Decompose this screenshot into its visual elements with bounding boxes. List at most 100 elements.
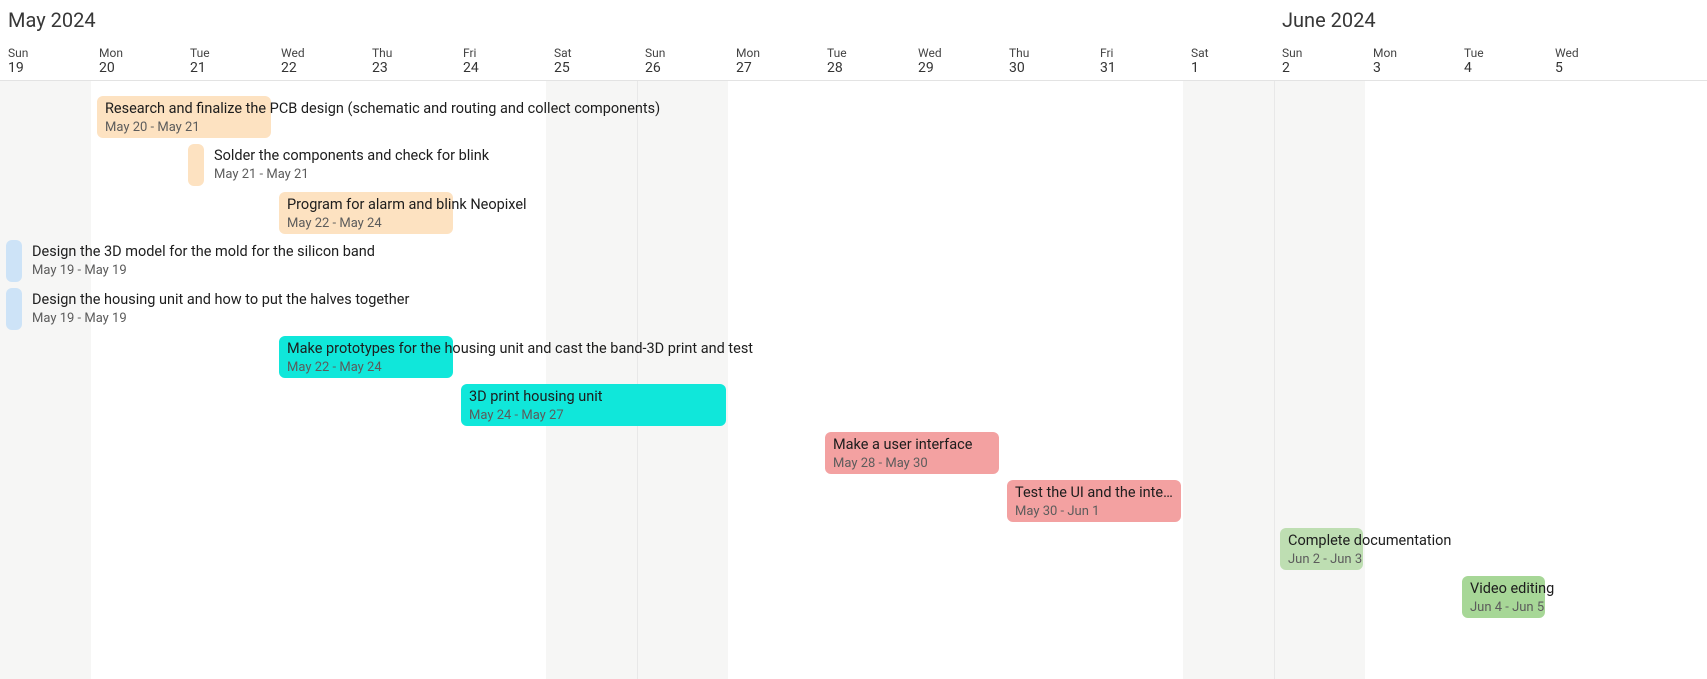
- day-header[interactable]: Fri31: [1100, 46, 1191, 76]
- day-header[interactable]: Thu30: [1009, 46, 1100, 76]
- task-date-range: May 30 - Jun 1: [1015, 504, 1173, 520]
- day-number: 5: [1555, 60, 1646, 76]
- task-bar[interactable]: Design the housing unit and how to put t…: [6, 288, 22, 330]
- day-column: [0, 81, 91, 679]
- day-number: 24: [463, 60, 554, 76]
- day-number: 3: [1373, 60, 1464, 76]
- day-header[interactable]: Sun19: [8, 46, 99, 76]
- task-date-range: May 21 - May 21: [214, 167, 309, 183]
- task-bar[interactable]: Solder the components and check for blin…: [188, 144, 204, 186]
- day-header[interactable]: Sun2: [1282, 46, 1373, 76]
- day-number: 29: [918, 60, 1009, 76]
- day-header[interactable]: Sat1: [1191, 46, 1282, 76]
- task-bar[interactable]: Test the UI and the interaction with th……: [1007, 480, 1181, 522]
- week-separator: [637, 81, 638, 679]
- task-bar[interactable]: Make a user interface May 28 - May 30: [825, 432, 999, 474]
- day-column: [1274, 81, 1365, 679]
- grid-region[interactable]: Research and finalize the PCB design (sc…: [0, 81, 1707, 679]
- day-column: [364, 81, 455, 679]
- day-column: [728, 81, 819, 679]
- day-of-week: Thu: [372, 46, 463, 60]
- day-of-week: Wed: [1555, 46, 1646, 60]
- task-title: Complete documentation: [1288, 532, 1355, 550]
- task-date-range: May 20 - May 21: [105, 120, 263, 136]
- day-number: 28: [827, 60, 918, 76]
- day-number: 23: [372, 60, 463, 76]
- day-number: 25: [554, 60, 645, 76]
- day-column: [637, 81, 728, 679]
- task-title: Research and finalize the PCB design (sc…: [105, 100, 263, 118]
- task-title: Design the 3D model for the mold for the…: [32, 243, 375, 261]
- day-number: 1: [1191, 60, 1282, 76]
- day-column: [1092, 81, 1183, 679]
- day-column: [546, 81, 637, 679]
- task-title: Program for alarm and blink Neopixel: [287, 196, 445, 214]
- task-date-range: May 24 - May 27: [469, 408, 718, 424]
- day-of-week: Mon: [99, 46, 190, 60]
- day-header[interactable]: Tue28: [827, 46, 918, 76]
- task-date-range: May 28 - May 30: [833, 456, 991, 472]
- day-header[interactable]: Sun26: [645, 46, 736, 76]
- task-title: Make a user interface: [833, 436, 991, 454]
- task-bar[interactable]: 3D print housing unit May 24 - May 27: [461, 384, 726, 426]
- day-header[interactable]: Wed29: [918, 46, 1009, 76]
- day-of-week: Fri: [463, 46, 554, 60]
- day-column: [91, 81, 182, 679]
- day-number: 27: [736, 60, 827, 76]
- day-column: [1365, 81, 1456, 679]
- task-bar[interactable]: Make prototypes for the housing unit and…: [279, 336, 453, 378]
- task-date-range: May 19 - May 19: [32, 311, 127, 327]
- task-bar[interactable]: Complete documentation Jun 2 - Jun 3: [1280, 528, 1363, 570]
- day-of-week: Sun: [1282, 46, 1373, 60]
- gantt-timeline[interactable]: Research and finalize the PCB design (sc…: [0, 0, 1707, 679]
- day-header[interactable]: Wed5: [1555, 46, 1646, 76]
- task-date-range: May 22 - May 24: [287, 216, 445, 232]
- month-label: May 2024: [8, 8, 96, 32]
- day-column: [819, 81, 910, 679]
- task-title: 3D print housing unit: [469, 388, 718, 406]
- day-header[interactable]: Tue4: [1464, 46, 1555, 76]
- day-column: [455, 81, 546, 679]
- day-of-week: Mon: [1373, 46, 1464, 60]
- day-header[interactable]: Tue21: [190, 46, 281, 76]
- day-number: 30: [1009, 60, 1100, 76]
- day-header[interactable]: Mon3: [1373, 46, 1464, 76]
- day-column: [1001, 81, 1092, 679]
- day-header[interactable]: Mon20: [99, 46, 190, 76]
- day-header[interactable]: Thu23: [372, 46, 463, 76]
- day-of-week: Fri: [1100, 46, 1191, 60]
- day-of-week: Sun: [8, 46, 99, 60]
- month-label: June 2024: [1282, 8, 1376, 32]
- task-date-range: Jun 4 - Jun 5: [1470, 600, 1537, 616]
- day-header[interactable]: Wed22: [281, 46, 372, 76]
- day-of-week: Mon: [736, 46, 827, 60]
- day-number: 21: [190, 60, 281, 76]
- task-title: Make prototypes for the housing unit and…: [287, 340, 445, 358]
- day-of-week: Tue: [827, 46, 918, 60]
- day-of-week: Wed: [281, 46, 372, 60]
- day-number: 4: [1464, 60, 1555, 76]
- task-bar[interactable]: Program for alarm and blink Neopixel May …: [279, 192, 453, 234]
- week-separator: [1274, 81, 1275, 679]
- day-header[interactable]: Fri24: [463, 46, 554, 76]
- task-bar[interactable]: Design the 3D model for the mold for the…: [6, 240, 22, 282]
- day-of-week: Sat: [554, 46, 645, 60]
- day-of-week: Tue: [190, 46, 281, 60]
- task-date-range: May 19 - May 19: [32, 263, 127, 279]
- task-title: Design the housing unit and how to put t…: [32, 291, 409, 309]
- task-bar[interactable]: Video editing Jun 4 - Jun 5: [1462, 576, 1545, 618]
- task-title: Solder the components and check for blin…: [214, 147, 489, 165]
- day-number: 2: [1282, 60, 1373, 76]
- day-number: 26: [645, 60, 736, 76]
- task-date-range: Jun 2 - Jun 3: [1288, 552, 1355, 568]
- task-bar[interactable]: Research and finalize the PCB design (sc…: [97, 96, 271, 138]
- task-title: Video editing: [1470, 580, 1537, 598]
- day-column: [1547, 81, 1638, 679]
- day-number: 22: [281, 60, 372, 76]
- day-header[interactable]: Mon27: [736, 46, 827, 76]
- task-title: Test the UI and the interaction with th…: [1015, 484, 1173, 502]
- day-header[interactable]: Sat25: [554, 46, 645, 76]
- day-column: [910, 81, 1001, 679]
- task-date-range: May 22 - May 24: [287, 360, 445, 376]
- day-of-week: Sun: [645, 46, 736, 60]
